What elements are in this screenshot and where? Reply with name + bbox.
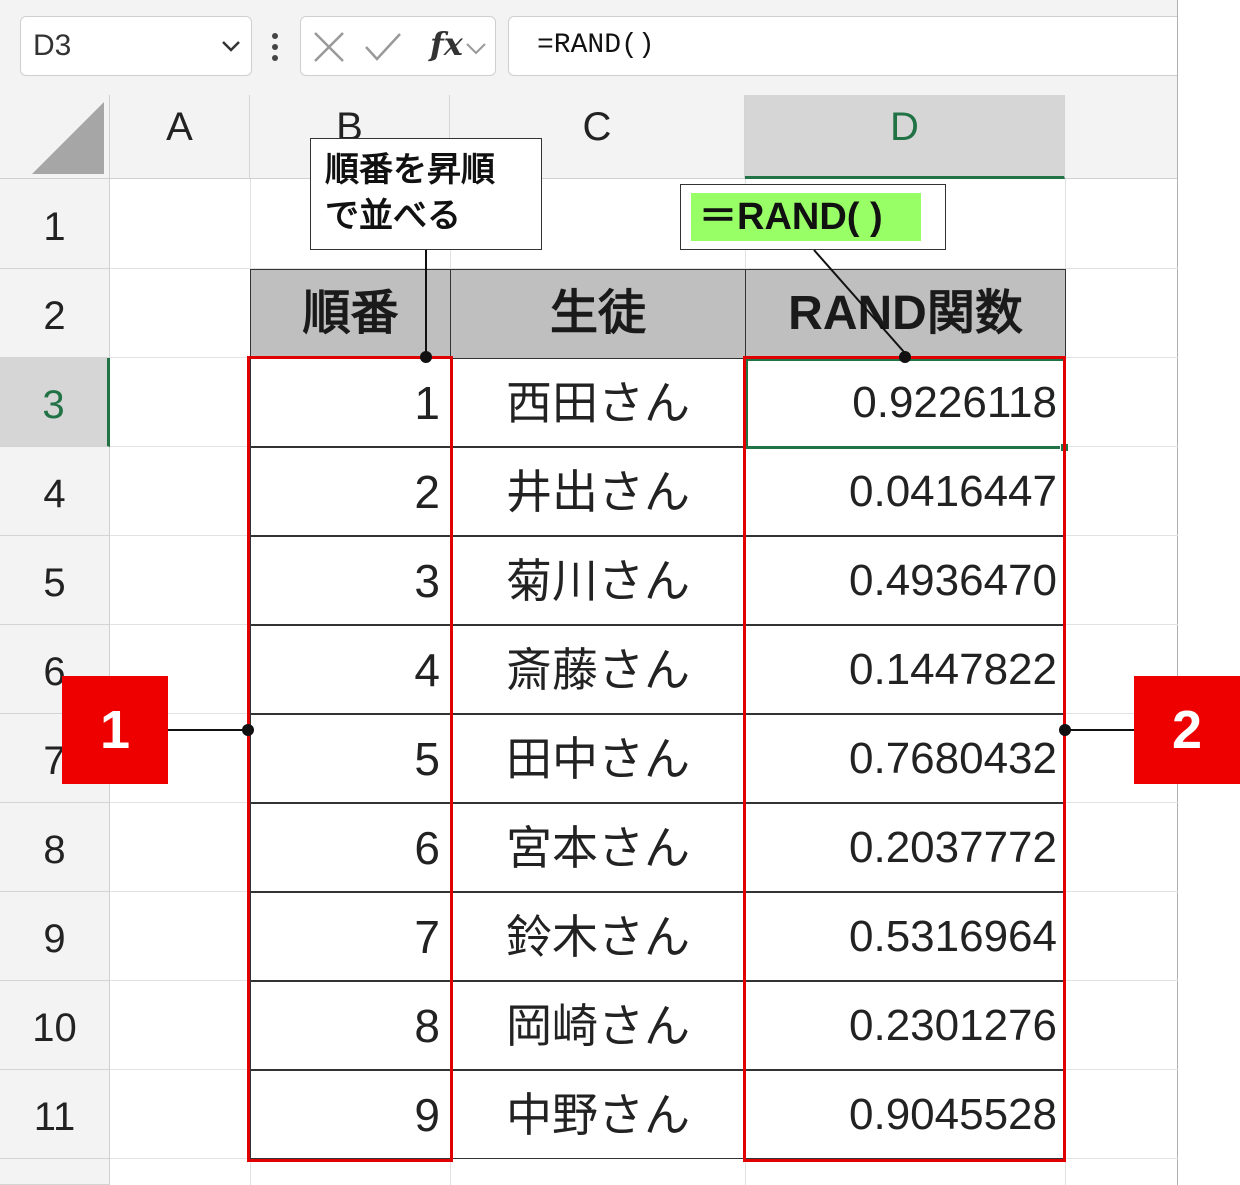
badge-anchor-dot: [242, 724, 254, 736]
row-header-3[interactable]: 3: [0, 358, 110, 447]
student-cell[interactable]: 中野さん: [450, 1070, 746, 1159]
row-header-8[interactable]: 8: [0, 803, 110, 892]
step-badge-1: 1: [62, 676, 168, 784]
step-badge-2: 2: [1134, 676, 1240, 784]
callout-formula-text: ＝RAND( ): [691, 193, 921, 241]
student-cell[interactable]: 宮本さん: [450, 803, 746, 892]
row-header-11[interactable]: 11: [0, 1070, 110, 1159]
callout-anchor-dot: [899, 351, 911, 363]
column-header-d[interactable]: D: [745, 95, 1065, 179]
column-header-a[interactable]: A: [110, 95, 250, 179]
chevron-down-icon[interactable]: [221, 39, 241, 53]
badge-leader-line: [1064, 729, 1134, 731]
row-header-10[interactable]: 10: [0, 981, 110, 1070]
row-header-5[interactable]: 5: [0, 536, 110, 625]
callout-text-line: で並べる: [325, 197, 461, 235]
callout-sort-order: 順番を昇順 で並べる: [310, 138, 542, 250]
student-cell[interactable]: 鈴木さん: [450, 892, 746, 981]
row-header-12[interactable]: [0, 1159, 110, 1185]
student-cell[interactable]: 岡崎さん: [450, 981, 746, 1070]
more-options-icon[interactable]: [268, 30, 282, 64]
formula-actions: [300, 16, 496, 76]
student-cell[interactable]: 井出さん: [450, 447, 746, 536]
callout-text-line: 順番を昇順: [325, 151, 495, 189]
row-header-4[interactable]: 4: [0, 447, 110, 536]
row-header-1[interactable]: 1: [0, 179, 110, 269]
window-edge: [1177, 0, 1178, 1185]
row-header-9[interactable]: 9: [0, 892, 110, 981]
row-header-2[interactable]: 2: [0, 269, 110, 358]
formula-input[interactable]: =RAND(): [508, 16, 1178, 76]
enter-check-icon[interactable]: [363, 31, 403, 63]
cancel-icon[interactable]: [311, 31, 347, 63]
callout-rand-formula: ＝RAND( ): [680, 184, 946, 250]
student-cell[interactable]: 田中さん: [450, 714, 746, 803]
rand-column-highlight: [743, 356, 1066, 1162]
table-header-student[interactable]: 生徒: [450, 269, 746, 359]
student-cell[interactable]: 斎藤さん: [450, 625, 746, 714]
name-box[interactable]: D3: [20, 16, 252, 76]
callout-leader-line: [813, 249, 905, 353]
table-header-order[interactable]: 順番: [250, 269, 451, 359]
student-cell[interactable]: 西田さん: [450, 358, 746, 447]
student-cell[interactable]: 菊川さん: [450, 536, 746, 625]
badge-anchor-dot: [1059, 724, 1071, 736]
name-box-value: D3: [33, 29, 72, 62]
order-column-highlight: [247, 356, 453, 1162]
select-all-icon[interactable]: [32, 102, 104, 174]
insert-function-button[interactable]: fx: [430, 25, 463, 63]
chevron-down-icon[interactable]: [465, 41, 487, 55]
callout-anchor-dot: [420, 351, 432, 363]
callout-leader-line: [425, 250, 427, 356]
badge-leader-line: [168, 729, 248, 731]
